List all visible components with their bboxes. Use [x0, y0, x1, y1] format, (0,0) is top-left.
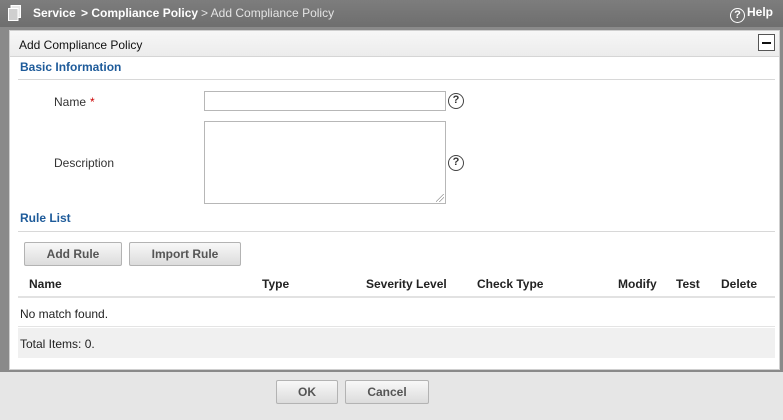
required-mark: *: [90, 95, 95, 109]
column-name[interactable]: Name: [29, 277, 62, 291]
column-delete: Delete: [721, 277, 758, 291]
add-compliance-policy-panel: Add Compliance Policy Basic Information …: [9, 30, 780, 370]
breadcrumb-compliance-policy[interactable]: > Compliance Policy: [81, 6, 198, 20]
column-check-type[interactable]: Check Type: [477, 277, 543, 291]
panel-title: Add Compliance Policy: [19, 38, 143, 52]
description-textarea[interactable]: [204, 121, 446, 204]
help-circle-icon: ?: [729, 8, 745, 23]
resize-grip-icon[interactable]: [436, 194, 444, 202]
add-rule-button[interactable]: Add Rule: [24, 242, 122, 266]
column-modify: Modify: [618, 277, 657, 291]
panel-header: Add Compliance Policy: [10, 31, 779, 57]
description-label: Description: [54, 156, 115, 170]
breadcrumb-service[interactable]: Service: [33, 6, 76, 20]
total-items-row: Total Items: 0.: [18, 328, 775, 358]
breadcrumb-current: > Add Compliance Policy: [201, 6, 335, 20]
section-divider: [18, 231, 775, 232]
basic-information-title: Basic Information: [20, 60, 122, 74]
breadcrumb-bar: Service > Compliance Policy > Add Compli…: [0, 0, 783, 27]
column-test: Test: [676, 277, 700, 291]
empty-message: No match found.: [20, 307, 109, 321]
total-items-text: Total Items: 0.: [20, 337, 95, 351]
name-input[interactable]: [204, 91, 446, 111]
column-severity-level[interactable]: Severity Level: [366, 277, 447, 291]
section-divider: [18, 79, 775, 80]
description-help-icon[interactable]: ?: [448, 155, 464, 171]
name-label-text: Name: [54, 95, 87, 109]
cancel-button[interactable]: Cancel: [345, 380, 429, 404]
name-label: Name *: [54, 95, 95, 109]
rule-list-title: Rule List: [20, 211, 71, 225]
name-help-icon[interactable]: ?: [448, 93, 464, 109]
rule-table-header: Name Type Severity Level Check Type Modi…: [18, 269, 775, 298]
help-label: Help: [746, 5, 773, 19]
empty-row: No match found.: [18, 299, 775, 327]
help-link[interactable]: ? Help: [729, 5, 773, 23]
import-rule-button[interactable]: Import Rule: [129, 242, 241, 266]
minus-icon[interactable]: [758, 34, 775, 51]
ok-button[interactable]: OK: [276, 380, 338, 404]
dialog-footer: OK Cancel: [0, 372, 783, 420]
column-type[interactable]: Type: [262, 277, 289, 291]
page-icon: [8, 5, 21, 21]
